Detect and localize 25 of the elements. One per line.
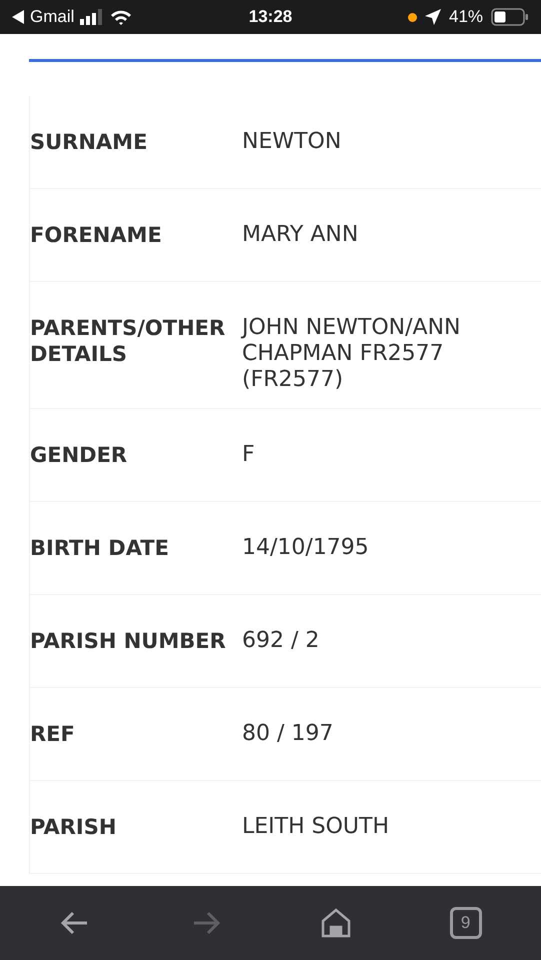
field-value: LEITH SOUTH: [242, 814, 390, 841]
field-label: PARISH: [30, 814, 118, 841]
field-label: FORENAME: [30, 222, 163, 249]
field-label: GENDER: [30, 442, 128, 469]
battery-icon: [491, 8, 530, 26]
signal-icon: [80, 9, 104, 25]
clock-time: 13:28: [248, 7, 292, 27]
field-value: MARY ANN: [242, 222, 360, 249]
back-triangle-icon[interactable]: [12, 10, 24, 24]
field-value: 80 / 197: [242, 721, 334, 748]
field-value: JOHN NEWTON/ANN CHAPMAN FR2577 (FR2577): [242, 315, 462, 393]
recording-dot-icon: [408, 12, 417, 22]
field-label: PARISH NUMBER: [30, 628, 227, 655]
battery-percentage: 41%: [448, 7, 484, 27]
back-app-label[interactable]: Gmail: [30, 7, 74, 27]
field-value: 692 / 2: [242, 628, 320, 655]
field-label: SURNAME: [30, 129, 148, 156]
field-label: PARENTS/OTHER DETAILS: [30, 315, 226, 368]
field-value: 14/10/1795: [242, 535, 370, 562]
field-label: BIRTH DATE: [30, 535, 170, 562]
wifi-icon: [110, 9, 132, 25]
field-value: F: [242, 442, 256, 469]
location-arrow-icon: [424, 9, 441, 25]
field-label: REF: [30, 721, 76, 748]
field-value: NEWTON: [242, 129, 342, 156]
